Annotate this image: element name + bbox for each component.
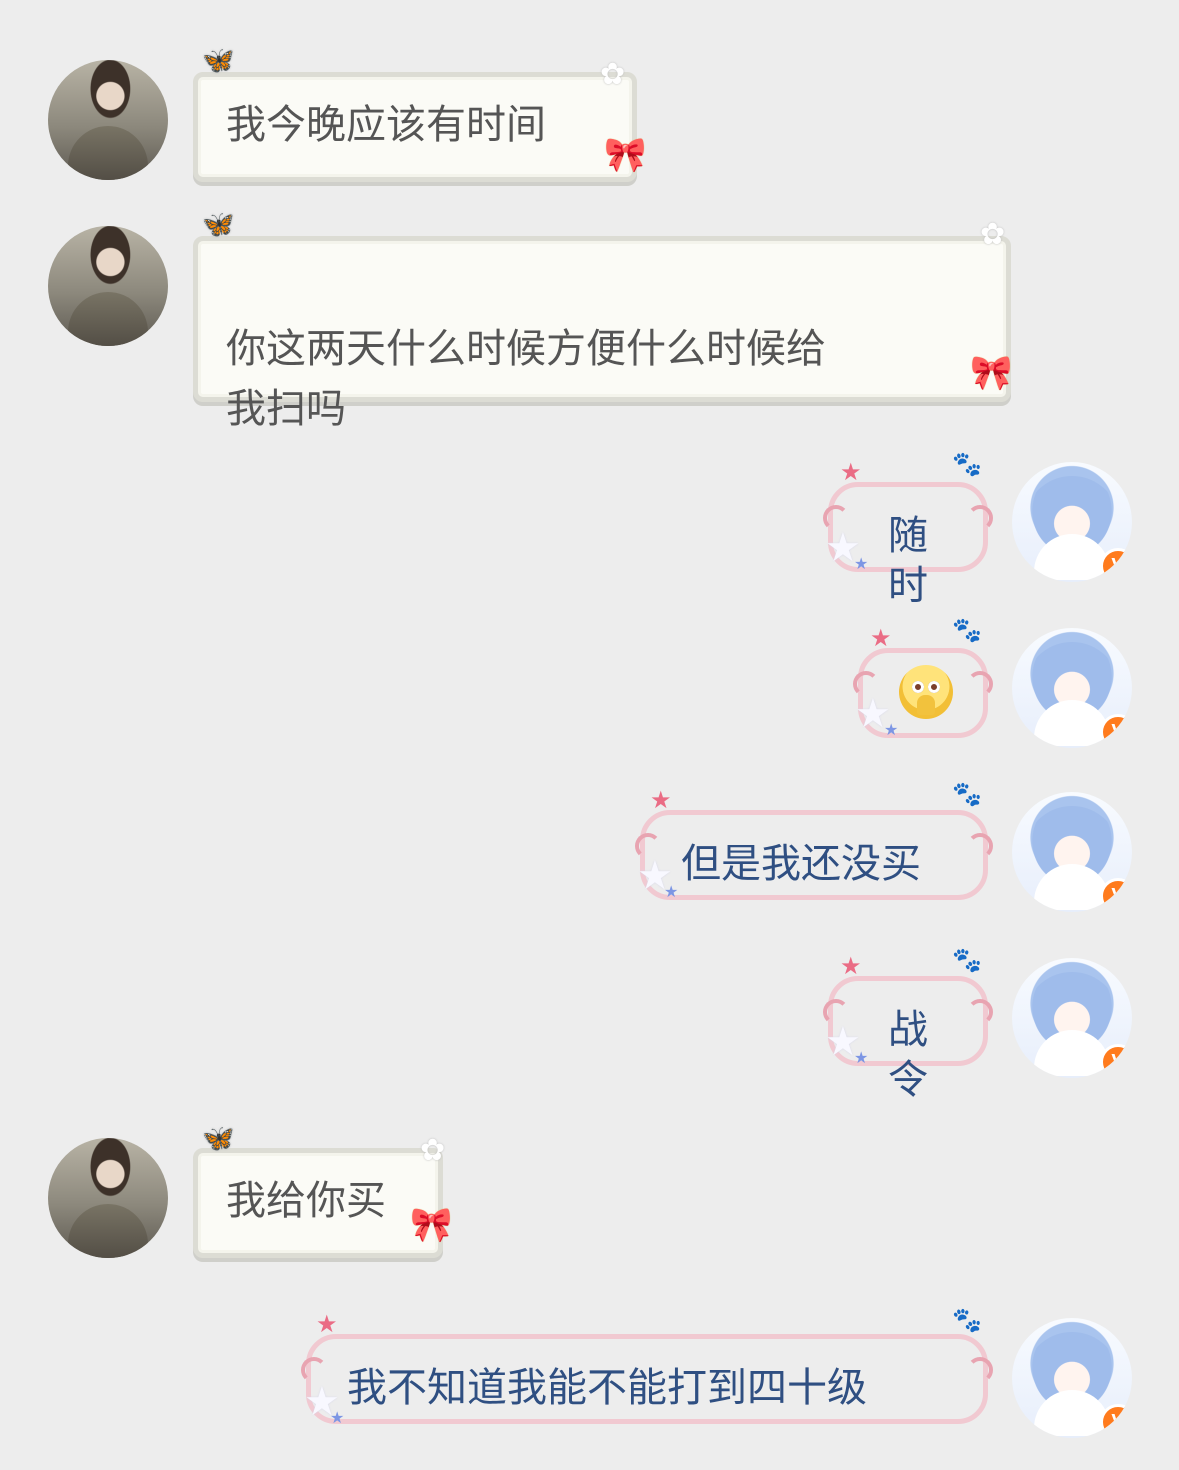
bow-icon: 🎀 <box>410 1205 453 1245</box>
message-text: 随时 <box>888 513 928 609</box>
contact-avatar[interactable] <box>48 60 168 180</box>
blue-star-icon: ★ <box>854 554 869 573</box>
bow-icon: 🎀 <box>604 135 647 175</box>
user-avatar[interactable]: V <box>1012 628 1132 748</box>
star-icon: ★ <box>840 952 862 980</box>
contact-avatar[interactable] <box>48 226 168 346</box>
vip-badge: V <box>1100 1044 1132 1078</box>
outgoing-message-bubble[interactable]: 但是我还没买 <box>635 810 993 900</box>
user-avatar[interactable]: V <box>1012 792 1132 912</box>
butterfly-icon: 🦋 <box>202 46 235 76</box>
blue-star-icon: ★ <box>330 1408 345 1427</box>
paw-icon: 🐾 <box>952 1306 982 1334</box>
vip-badge: V <box>1100 878 1132 912</box>
message-text: 但是我还没买 <box>681 841 921 887</box>
blue-star-icon: ★ <box>854 1048 869 1067</box>
bow-icon: 🎀 <box>970 353 1013 393</box>
incoming-message-bubble[interactable]: 你这两天什么时候方便什么时候给 我扫吗 <box>193 236 1011 432</box>
message-text: 我给你买 <box>226 1178 386 1224</box>
user-avatar[interactable]: V <box>1012 1318 1132 1438</box>
outgoing-message-bubble[interactable]: 我不知道我能不能打到四十级 <box>301 1334 993 1424</box>
flower-icon: ✿ <box>600 57 626 92</box>
paw-icon: 🐾 <box>952 780 982 808</box>
message-text: 我不知道我能不能打到四十级 <box>347 1365 867 1411</box>
incoming-message-bubble[interactable]: 我给你买 <box>193 1148 443 1258</box>
user-avatar[interactable]: V <box>1012 462 1132 582</box>
user-avatar[interactable]: V <box>1012 958 1132 1078</box>
blue-star-icon: ★ <box>884 720 899 739</box>
star-icon: ★ <box>870 624 892 652</box>
vip-badge: V <box>1100 1404 1132 1438</box>
flower-icon: ✿ <box>420 1133 446 1168</box>
incoming-message-bubble[interactable]: 我今晚应该有时间 <box>193 72 637 182</box>
message-text: 我今晚应该有时间 <box>226 102 546 148</box>
paw-icon: 🐾 <box>952 946 982 974</box>
butterfly-icon: 🦋 <box>202 1124 235 1154</box>
blue-star-icon: ★ <box>664 882 679 901</box>
flower-icon: ✿ <box>980 217 1006 252</box>
star-icon: ★ <box>840 458 862 486</box>
star-icon: ★ <box>316 1310 338 1338</box>
star-icon: ★ <box>650 786 672 814</box>
butterfly-icon: 🦋 <box>202 210 235 240</box>
paw-icon: 🐾 <box>952 616 982 644</box>
vip-badge: V <box>1100 548 1132 582</box>
contact-avatar[interactable] <box>48 1138 168 1258</box>
paw-icon: 🐾 <box>952 450 982 478</box>
vip-badge: V <box>1100 714 1132 748</box>
message-text: 你这两天什么时候方便什么时候给 我扫吗 <box>226 326 826 432</box>
pleading-face-emoji <box>899 665 953 719</box>
message-text: 战令 <box>888 1007 928 1103</box>
